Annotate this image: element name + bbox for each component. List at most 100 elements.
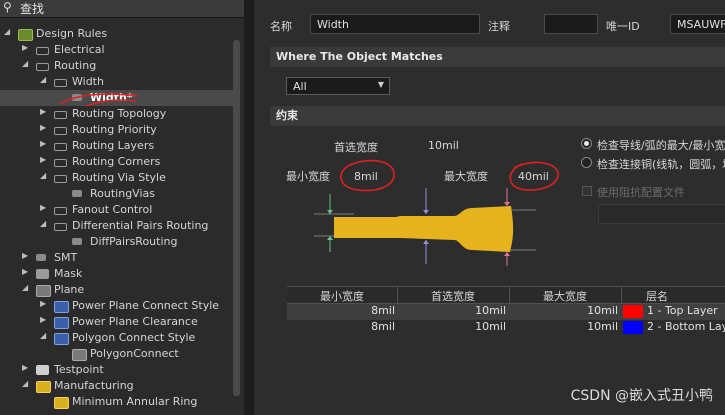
tree-item[interactable]: PolygonConnect [0, 346, 236, 362]
rule-icon [72, 238, 82, 245]
tree-item[interactable]: ▶ Testpoint [0, 362, 236, 378]
tree-item[interactable]: ▶ Power Plane Connect Style [0, 298, 236, 314]
tree-item-label: Fanout Control [72, 203, 153, 216]
tree-item[interactable]: ▶ Routing Layers [0, 138, 236, 154]
rule-category-icon [54, 127, 67, 135]
tree-item[interactable]: ▶ Electrical [0, 42, 236, 58]
preferred-width-field[interactable]: 10mil [428, 139, 459, 152]
impedance-profile-dropdown[interactable] [598, 204, 725, 224]
expand-arrow-icon[interactable]: ▶ [40, 203, 46, 212]
collapse-arrow-icon[interactable]: ◢ [40, 75, 46, 84]
comment-field[interactable] [544, 14, 598, 34]
table-row[interactable]: 8mil 10mil 10mil 2 - Bottom Layer [287, 320, 725, 336]
row-preferred-width[interactable]: 10mil [398, 320, 506, 333]
tree-item[interactable]: ◢ Polygon Connect Style [0, 330, 236, 346]
tree-item-label: Routing Via Style [72, 171, 166, 184]
expand-arrow-icon[interactable]: ▶ [40, 299, 46, 308]
layer-color-swatch [623, 305, 643, 318]
tree-item[interactable]: ◢ Routing [0, 58, 236, 74]
tree-item[interactable]: ◢ Plane [0, 282, 236, 298]
mask-icon [36, 269, 49, 279]
expand-arrow-icon[interactable]: ▶ [40, 139, 46, 148]
check-track-width-label: 检查导线/弧的最大/最小宽度 [597, 139, 725, 152]
row-max-width[interactable]: 10mil [510, 304, 618, 317]
tree-item[interactable]: ◢ Differential Pairs Routing [0, 218, 236, 234]
rule-category-icon [54, 207, 67, 215]
plane-rule-icon [54, 317, 69, 329]
collapse-arrow-icon[interactable]: ◢ [4, 27, 10, 36]
expand-arrow-icon[interactable]: ▶ [22, 363, 28, 372]
tree-item[interactable]: ▶ Fanout Control [0, 202, 236, 218]
check-track-width-radio[interactable] [581, 138, 592, 149]
tree-item-label: Minimum Annular Ring [72, 395, 198, 408]
expand-arrow-icon[interactable]: ▶ [22, 43, 28, 52]
tree-item[interactable]: ▶ Power Plane Clearance [0, 314, 236, 330]
plane-icon [36, 285, 51, 297]
rule-category-icon [54, 223, 67, 231]
expand-arrow-icon[interactable]: ▶ [40, 123, 46, 132]
tree-item[interactable]: ◢ Width [0, 74, 236, 90]
rule-category-icon [54, 143, 67, 151]
search-bar[interactable]: ⚲ 查找 [0, 0, 244, 18]
scope-value: All [293, 80, 307, 93]
max-width-label: 最大宽度 [444, 170, 488, 183]
check-copper-width-radio[interactable] [581, 157, 592, 168]
tree-item-label: Routing Corners [72, 155, 161, 168]
col-min-width[interactable]: 最小宽度 [287, 288, 397, 304]
row-min-width[interactable]: 8mil [287, 304, 395, 317]
expand-arrow-icon[interactable]: ▶ [22, 267, 28, 276]
tree-item[interactable]: Minimum Annular Ring [0, 394, 236, 410]
table-row[interactable]: 8mil 10mil 10mil 1 - Top Layer [287, 304, 725, 320]
tree-item[interactable]: ◢ Routing Via Style [0, 170, 236, 186]
tree-scrollbar[interactable] [233, 40, 240, 396]
rule-category-icon [54, 111, 67, 119]
row-layer-name: 1 - Top Layer [647, 304, 718, 317]
tree-item-label: Routing Priority [72, 123, 157, 136]
tree-item[interactable]: RoutingVias [0, 186, 236, 202]
tree-item[interactable]: ▶ Routing Priority [0, 122, 236, 138]
panel-divider[interactable] [244, 0, 254, 415]
collapse-arrow-icon[interactable]: ◢ [40, 171, 46, 180]
unique-id-label: 唯一ID [606, 20, 640, 33]
tree-item[interactable]: ◢ Design Rules [0, 26, 236, 42]
annotation-underline [59, 93, 139, 107]
col-preferred-width[interactable]: 首选宽度 [398, 288, 508, 304]
tree-item[interactable]: DiffPairsRouting [0, 234, 236, 250]
expand-arrow-icon[interactable]: ▶ [22, 251, 28, 260]
collapse-arrow-icon[interactable]: ◢ [40, 219, 46, 228]
chevron-down-icon: ▼ [377, 80, 384, 89]
use-impedance-profile-checkbox[interactable] [582, 186, 592, 196]
col-max-width[interactable]: 最大宽度 [510, 288, 620, 304]
scope-dropdown[interactable]: All ▼ [286, 77, 390, 95]
check-copper-width-label: 检查连接铜(线轨，圆弧，填充，焊盘和过孔)最小/最大物理宽度 [597, 158, 725, 171]
tree-item-label: SMT [54, 251, 78, 264]
tree-item-label: PolygonConnect [90, 347, 179, 360]
tree-item[interactable]: ▶ SMT [0, 250, 236, 266]
tree-item[interactable]: ▶ Mask [0, 266, 236, 282]
expand-arrow-icon[interactable]: ▶ [40, 315, 46, 324]
row-max-width[interactable]: 10mil [510, 320, 618, 333]
rule-category-icon [36, 63, 49, 71]
tree-item[interactable]: ◢ Manufacturing [0, 378, 236, 394]
tree-item-label: Width [72, 75, 104, 88]
search-icon[interactable]: ⚲ [3, 0, 12, 14]
tree-item-label: Manufacturing [54, 379, 134, 392]
tree-item[interactable]: ▶ Routing Corners [0, 154, 236, 170]
expand-arrow-icon[interactable]: ▶ [40, 107, 46, 116]
collapse-arrow-icon[interactable]: ◢ [22, 379, 28, 388]
rule-category-icon [54, 79, 67, 87]
row-layer-name: 2 - Bottom Layer [647, 320, 725, 333]
collapse-arrow-icon[interactable]: ◢ [40, 331, 46, 340]
name-field[interactable]: Width [310, 14, 480, 34]
collapse-arrow-icon[interactable]: ◢ [22, 283, 28, 292]
tree-item-label: Plane [54, 283, 85, 296]
tree-item-label: Design Rules [36, 27, 108, 40]
col-layer-name[interactable]: 层名 [622, 288, 692, 304]
unique-id-field[interactable]: MSAUWFL [670, 14, 725, 34]
tree-item-label: Testpoint [54, 363, 104, 376]
expand-arrow-icon[interactable]: ▶ [40, 155, 46, 164]
row-min-width[interactable]: 8mil [287, 320, 395, 333]
collapse-arrow-icon[interactable]: ◢ [22, 59, 28, 68]
search-label[interactable]: 查找 [20, 0, 44, 17]
row-preferred-width[interactable]: 10mil [398, 304, 506, 317]
